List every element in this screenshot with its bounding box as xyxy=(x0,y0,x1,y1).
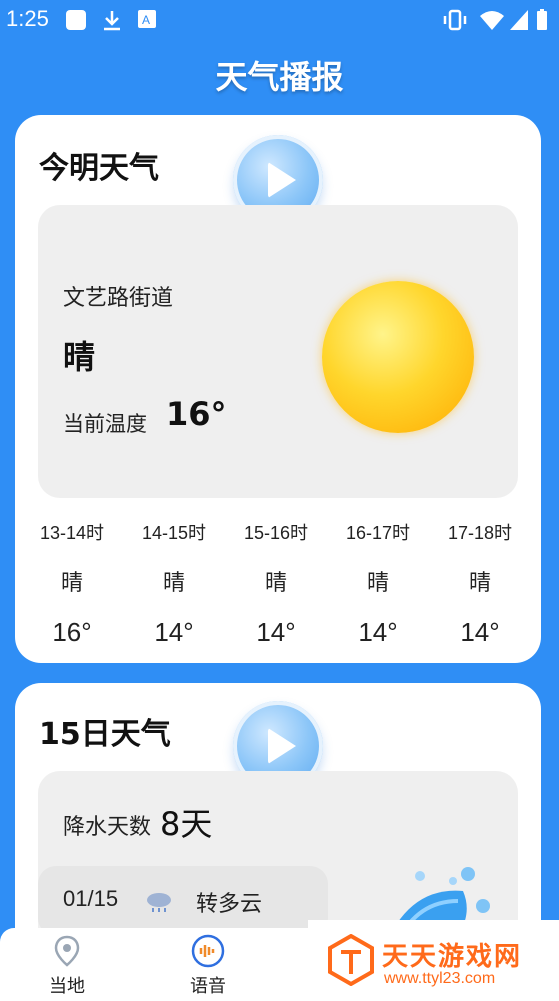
rain-days-label: 降水天数 xyxy=(63,815,152,840)
hourly-item: 13-14时 晴 16° xyxy=(22,515,122,648)
download-icon xyxy=(104,11,120,31)
wifi-icon xyxy=(480,11,504,30)
hourly-time: 17-18时 xyxy=(447,523,513,543)
current-temp-value: 16° xyxy=(166,395,227,433)
watermark-url: www.ttyl23.com xyxy=(384,970,496,987)
watermark-text: 天天游戏网 xyxy=(382,942,523,972)
status-bar: 1:25 A xyxy=(0,0,559,40)
watermark: 天天游戏网 www.ttyl23.com xyxy=(308,920,559,1001)
today-weather-card: 今明天气 文艺路街道 晴 当前温度 16° 13-14时 晴 16° 14-15… xyxy=(15,115,541,663)
page-title: 天气播报 xyxy=(215,58,344,96)
current-condition: 晴 xyxy=(63,338,96,376)
hourly-item: 15-16时 晴 14° xyxy=(226,515,326,648)
sun-icon xyxy=(322,281,474,433)
hourly-item: 14-15时 晴 14° xyxy=(124,515,224,648)
today-card-title: 今明天气 xyxy=(39,151,159,186)
current-temp-label: 当前温度 xyxy=(63,412,147,436)
nav-label-voice: 语音 xyxy=(190,976,226,997)
hourly-condition: 晴 xyxy=(60,571,83,596)
app-notification-icon xyxy=(66,10,86,30)
play-icon xyxy=(268,728,296,764)
translate-icon: A xyxy=(138,10,156,28)
status-time: 1:25 xyxy=(6,6,49,31)
hourly-time: 15-16时 xyxy=(243,523,309,543)
daily-forecast-row[interactable]: 01/15 转多云 xyxy=(38,866,328,936)
vibrate-icon xyxy=(443,9,467,31)
hourly-temp: 14° xyxy=(358,617,398,647)
daily-date: 01/15 xyxy=(63,886,119,911)
hourly-condition: 晴 xyxy=(264,571,287,596)
hourly-condition: 晴 xyxy=(366,571,389,596)
location-label: 文艺路街道 xyxy=(63,286,174,311)
hourly-time: 13-14时 xyxy=(39,523,105,543)
voice-icon xyxy=(191,934,225,968)
rain-days-value: 8天 xyxy=(160,805,213,843)
daily-condition: 转多云 xyxy=(196,892,263,917)
watermark-logo-icon xyxy=(328,934,374,986)
location-pin-icon xyxy=(54,935,80,967)
battery-icon xyxy=(537,9,547,30)
fifteen-card-title: 15日天气 xyxy=(39,717,171,752)
signal-icon xyxy=(510,10,528,30)
hourly-temp: 14° xyxy=(256,617,296,647)
hourly-condition: 晴 xyxy=(162,571,185,596)
current-weather-panel: 文艺路街道 晴 当前温度 16° xyxy=(38,205,518,498)
nav-item-local[interactable]: 当地 xyxy=(27,934,107,998)
hourly-time: 16-17时 xyxy=(345,523,411,543)
hourly-item: 17-18时 晴 14° xyxy=(430,515,530,648)
hourly-condition: 晴 xyxy=(468,571,491,596)
nav-item-voice[interactable]: 语音 xyxy=(168,934,248,998)
hourly-time: 14-15时 xyxy=(141,523,207,543)
svg-text:A: A xyxy=(142,13,150,27)
play-icon xyxy=(268,162,296,198)
hourly-item: 16-17时 晴 14° xyxy=(328,515,428,648)
cloud-rain-icon xyxy=(147,893,171,912)
hourly-forecast: 13-14时 晴 16° 14-15时 晴 14° 15-16时 晴 14° 1… xyxy=(15,515,541,648)
hourly-temp: 14° xyxy=(460,617,500,647)
hourly-temp: 14° xyxy=(154,617,194,647)
nav-label-local: 当地 xyxy=(49,976,85,997)
hourly-temp: 16° xyxy=(52,617,92,647)
